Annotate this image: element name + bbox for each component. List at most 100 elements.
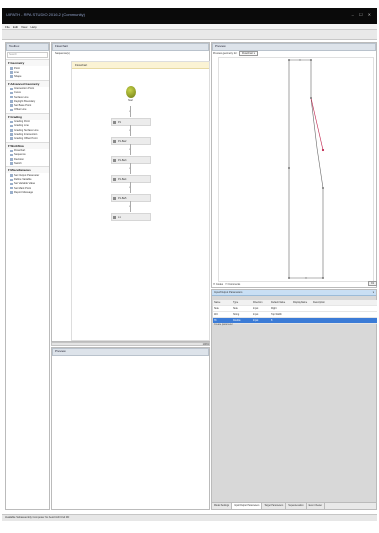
designer-zoom-bar[interactable]: 100% [51,342,210,346]
toolbox-item-label: Surface Line [14,95,29,99]
activity-icon [10,75,13,78]
toolbox-item-label: Intersection Point [14,87,35,91]
table-cell: 8 [271,319,273,322]
toolbox-search-input[interactable]: Search [7,52,48,58]
activity-icon [10,178,13,182]
codes-checkbox[interactable]: ☐ Codes [213,283,223,286]
toolbox-category[interactable]: ▾ Advanced Geometry [6,79,49,87]
flowchart-activity[interactable]: P1-Ba4 [111,175,151,183]
toolbox-item-label: Set Variable Value [14,182,36,186]
activity-label: P1-Ba3 [118,159,127,162]
toolbox-item-label: Line [14,70,19,74]
geometry-preview-panel: Preview Preview geometry for: Flowchart … [211,42,377,288]
activity-label: P1-Ba5 [118,197,127,200]
column-header: Direction [253,301,263,304]
connector-arrow-icon: ▾ [129,205,131,208]
table-cell: Input [253,319,259,322]
geometry-point [299,59,301,61]
toolbox-category[interactable]: ▾ Workflow [6,141,49,149]
column-header: Description [313,301,325,304]
toolbox-item[interactable]: Shape [6,74,49,78]
toolbox-category[interactable]: ▾ Geometry [6,59,49,66]
designer-header: Flowchart [52,43,209,51]
panel-tab[interactable]: Superelevation [286,503,307,509]
sequence-container[interactable]: Flowchart Start ▾ P1 ▾ P1-Ba2 ▾ P1-Ba3 ▾ P1-Ba4… [71,61,210,341]
activity-icon [10,149,13,153]
connector-arrow-icon: ▾ [129,186,131,189]
toolbox-item-label: Grading Surface Line [14,128,39,132]
panel-tab[interactable]: Event Viewer [307,503,326,509]
preview-select[interactable]: Flowchart ▾ [239,51,258,56]
toolbox-item[interactable]: Report Message [6,190,49,194]
geometry-point [288,59,290,61]
chevron-down-icon[interactable]: ▾ [373,290,374,295]
table-row[interactable]: Ht Double Input 8 [213,318,377,324]
start-node-icon[interactable] [126,86,136,98]
activity-icon [113,216,116,219]
window-title: UIPATH - RPA STUDIO 2016.2 (Community) [6,12,85,17]
zoom-level[interactable]: 100% [203,343,209,346]
panel-tab[interactable]: Target Parameters [262,503,287,509]
activity-icon [10,158,13,161]
toolbox-item[interactable]: Offset Line [6,108,49,112]
create-parameter-link[interactable]: Create parameter [214,323,233,326]
output-header: Preview [52,348,209,356]
geometry-point [288,167,290,169]
connector-arrow-icon: ▾ [129,129,131,132]
flowchart-activity[interactable]: P1-Ba5 [111,194,151,202]
toolbox-item[interactable]: Switch [6,161,49,165]
parameters-header: Input/Output Parameters ▾ [212,290,376,296]
preview-canvas[interactable] [218,57,374,282]
flowchart-activity[interactable]: P1 [111,118,151,126]
toolbox-category-label: Miscellaneous [10,168,31,173]
toolbox-item-label: Sequence [14,153,26,157]
table-cell: Wd [214,313,218,316]
flowchart-designer: Flowchart Sequence(s) Flowchart Start ▾ P… [51,42,210,342]
window-controls[interactable]: – ☐ ✕ [352,12,373,17]
flowchart-activity[interactable]: L1 [111,213,151,221]
flowchart-activity[interactable]: P1-Ba3 [111,156,151,164]
parameters-panel: Input/Output Parameters ▾ Name Type Direct… [211,289,377,510]
geometry-point [321,148,325,152]
activity-icon [113,140,116,143]
start-node-label: Start [128,99,134,102]
table-cell: String [233,313,240,316]
comments-checkbox[interactable]: ☐ Comments [225,283,240,286]
preview-toolbar: Preview geometry for: Flowchart ▾ [213,51,258,56]
toolbox-item-label: Point [14,66,20,70]
toolbox-item-label: Daylight Boundary [14,99,36,103]
activity-icon [10,100,13,103]
geometry-point [322,187,324,189]
column-header: Name [214,301,221,304]
toolbox-item[interactable]: Grading Offset Point [6,136,49,140]
activity-icon [10,162,13,165]
preview-select-value: Flowchart [242,52,253,55]
panel-tab[interactable]: Input/Output Parameters [232,503,263,509]
table-cell: Input [253,307,259,310]
activity-icon [10,71,13,74]
toolbox-item-label: Set Base Point [14,103,32,107]
toolbox-category[interactable]: ▾ Grading [6,112,49,120]
fit-button[interactable]: Fit [368,281,377,286]
toolbox-item-label: Grading Intersection [14,132,38,136]
activity-icon [10,108,13,111]
toolbox-item-label: Define Variable [14,178,32,182]
geometry-point [288,277,290,279]
toolbox-item-label: Shape [14,74,22,78]
activity-icon [10,104,13,107]
toolbox-category-label: Advanced Geometry [10,81,40,86]
table-cell: Double [233,319,241,322]
preview-header: Preview [212,43,376,51]
parameters-table: Name Type Direction Default Value DisplayNam… [213,300,377,324]
sequence-title[interactable]: Flowchart [72,62,209,69]
toolbox-category[interactable]: ▾ Miscellaneous [6,166,49,174]
column-header: Type [233,301,239,304]
activity-label: L1 [118,216,121,219]
panel-tab[interactable]: Model Settings [212,503,233,509]
flowchart-activity[interactable]: P1-Ba2 [111,137,151,145]
activity-icon [10,191,13,194]
activity-icon [10,87,13,91]
geometry-outline [288,59,324,279]
preview-toolbar-label: Preview geometry for: [213,52,238,55]
activity-icon [10,133,13,136]
